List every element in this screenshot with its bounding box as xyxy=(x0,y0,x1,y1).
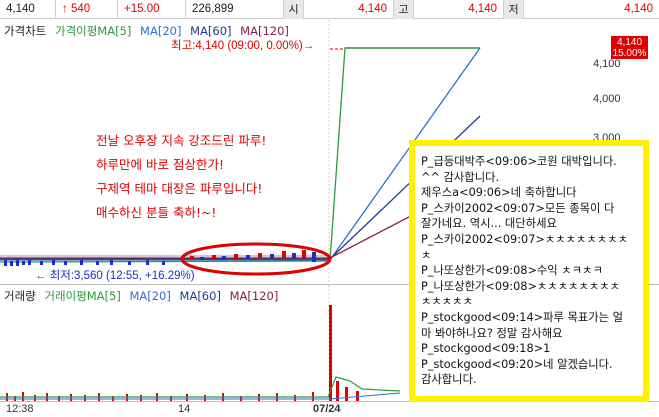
chat-message-line: P_stockgood<09:14>파루 목표가는 얼 xyxy=(421,310,624,324)
annotation-line: 하루만에 바로 점상한가! xyxy=(96,157,224,172)
open-value: 4,140 xyxy=(304,0,394,19)
annotation-line: 구제역 테마 대장은 파루입니다! xyxy=(96,181,263,196)
price-change-pct: +15.00 xyxy=(118,0,186,19)
legend-volume-ma120: MA[120] xyxy=(229,289,279,303)
y-axis-tick: 4,000 xyxy=(593,93,621,105)
legend-ma5: 가격이평MA[5] xyxy=(54,24,132,38)
low-value: 4,140 xyxy=(624,3,653,15)
chat-message-line: P_나또상한가<09:08>수익 ㅊㅋㅊㅋ xyxy=(421,264,603,278)
promo-annotation: 전날 오후장 지속 강조드린 파루! 하루만에 바로 점상한가! 구제역 테마 … xyxy=(96,129,266,225)
legend-ma60: MA[60] xyxy=(190,24,232,38)
legend-volume-title: 거래량 xyxy=(4,289,36,303)
legend-price-title: 가격차트 xyxy=(4,24,47,38)
chat-message-line: P_스카이2002<09:07>ㅊㅊㅊㅊㅊㅊㅊㅊ xyxy=(421,232,629,246)
chat-message-line: P_stockgood<09:20>네 알겠습니다. xyxy=(421,357,613,371)
chat-message-line: ㅊ xyxy=(421,248,432,262)
high-value: 4,140 xyxy=(414,0,504,19)
time-axis-label: 07/24 xyxy=(313,403,341,415)
chat-message-line: 감사합니다. xyxy=(421,373,477,387)
current-price-badge: 4,140 15.00% xyxy=(611,36,648,59)
legend-ma120: MA[120] xyxy=(240,24,289,38)
low-label: 저 xyxy=(504,0,524,19)
annotation-line: 매수하신 분들 축하!~! xyxy=(96,205,217,220)
chat-message-line: P_나또상한가<09:08>ㅊㅊㅊㅊㅊㅊㅊㅊ xyxy=(421,279,621,293)
volume-chart-legend: 거래량 거래이평MA[5] MA[20] MA[60] MA[120] xyxy=(4,288,283,304)
legend-volume-ma60: MA[60] xyxy=(179,289,221,303)
open-label: 시 xyxy=(284,0,304,19)
chat-message-list: P_급등대박주<09:06>코원 대박입니다. ^^ 감사합니다. 제우스a<09:… xyxy=(421,154,637,388)
high-price-label: 최고:4,140 (09:00, 0.00%)→ xyxy=(171,40,315,52)
time-axis: 12:38 14 07/24 xyxy=(0,401,659,417)
chat-message-line: 잘가네요. 역시... 대단하세요 xyxy=(421,217,557,231)
annotation-line: 전날 오후장 지속 강조드린 파루! xyxy=(96,133,267,148)
volume-value: 226,899 xyxy=(186,0,284,19)
current-price: 4,140 xyxy=(0,0,56,19)
quote-bar: 4,140 ↑ 540 +15.00 226,899 시 4,140 고 4,1… xyxy=(0,0,659,19)
volume-ma5-line xyxy=(0,376,401,398)
chat-message-line: ㅊㅊㅊㅊㅊ xyxy=(421,295,473,309)
time-axis-label: 12:38 xyxy=(6,403,34,415)
chat-message-line: P_급등대박주<09:06>코원 대박입니다. xyxy=(421,155,617,168)
chat-message-line: 마 봐야하나요? 정말 감사해요 xyxy=(421,326,563,340)
chat-message-line: ^^ 감사합니다. xyxy=(421,170,500,184)
chat-message-line: P_stockgood<09:18>1 xyxy=(421,342,551,356)
volume-bar-after xyxy=(345,387,348,401)
legend-volume-ma20: MA[20] xyxy=(129,289,171,303)
chat-message-line: P_스카이2002<09:07>모든 종목이 다 xyxy=(421,201,615,215)
chat-message-box[interactable]: P_급등대박주<09:06>코원 대박입니다. ^^ 감사합니다. 제우스a<09:… xyxy=(409,140,649,402)
chat-message-line: 제우스a<09:06>네 축하합니다 xyxy=(421,186,577,200)
candles-left xyxy=(4,260,165,266)
low-price-label: ← 최저:3,560 (12:55, +16.29%) xyxy=(35,270,195,282)
time-axis-label: 14 xyxy=(178,403,191,415)
high-label: 고 xyxy=(394,0,414,19)
y-axis-tick: 4,100 xyxy=(593,58,621,70)
price-change: ↑ 540 xyxy=(56,0,118,19)
legend-volume-ma5: 거래이평MA[5] xyxy=(44,289,121,303)
badge-price: 4,140 xyxy=(616,37,643,48)
volume-bar-after xyxy=(356,391,359,401)
legend-ma20: MA[20] xyxy=(140,24,182,38)
